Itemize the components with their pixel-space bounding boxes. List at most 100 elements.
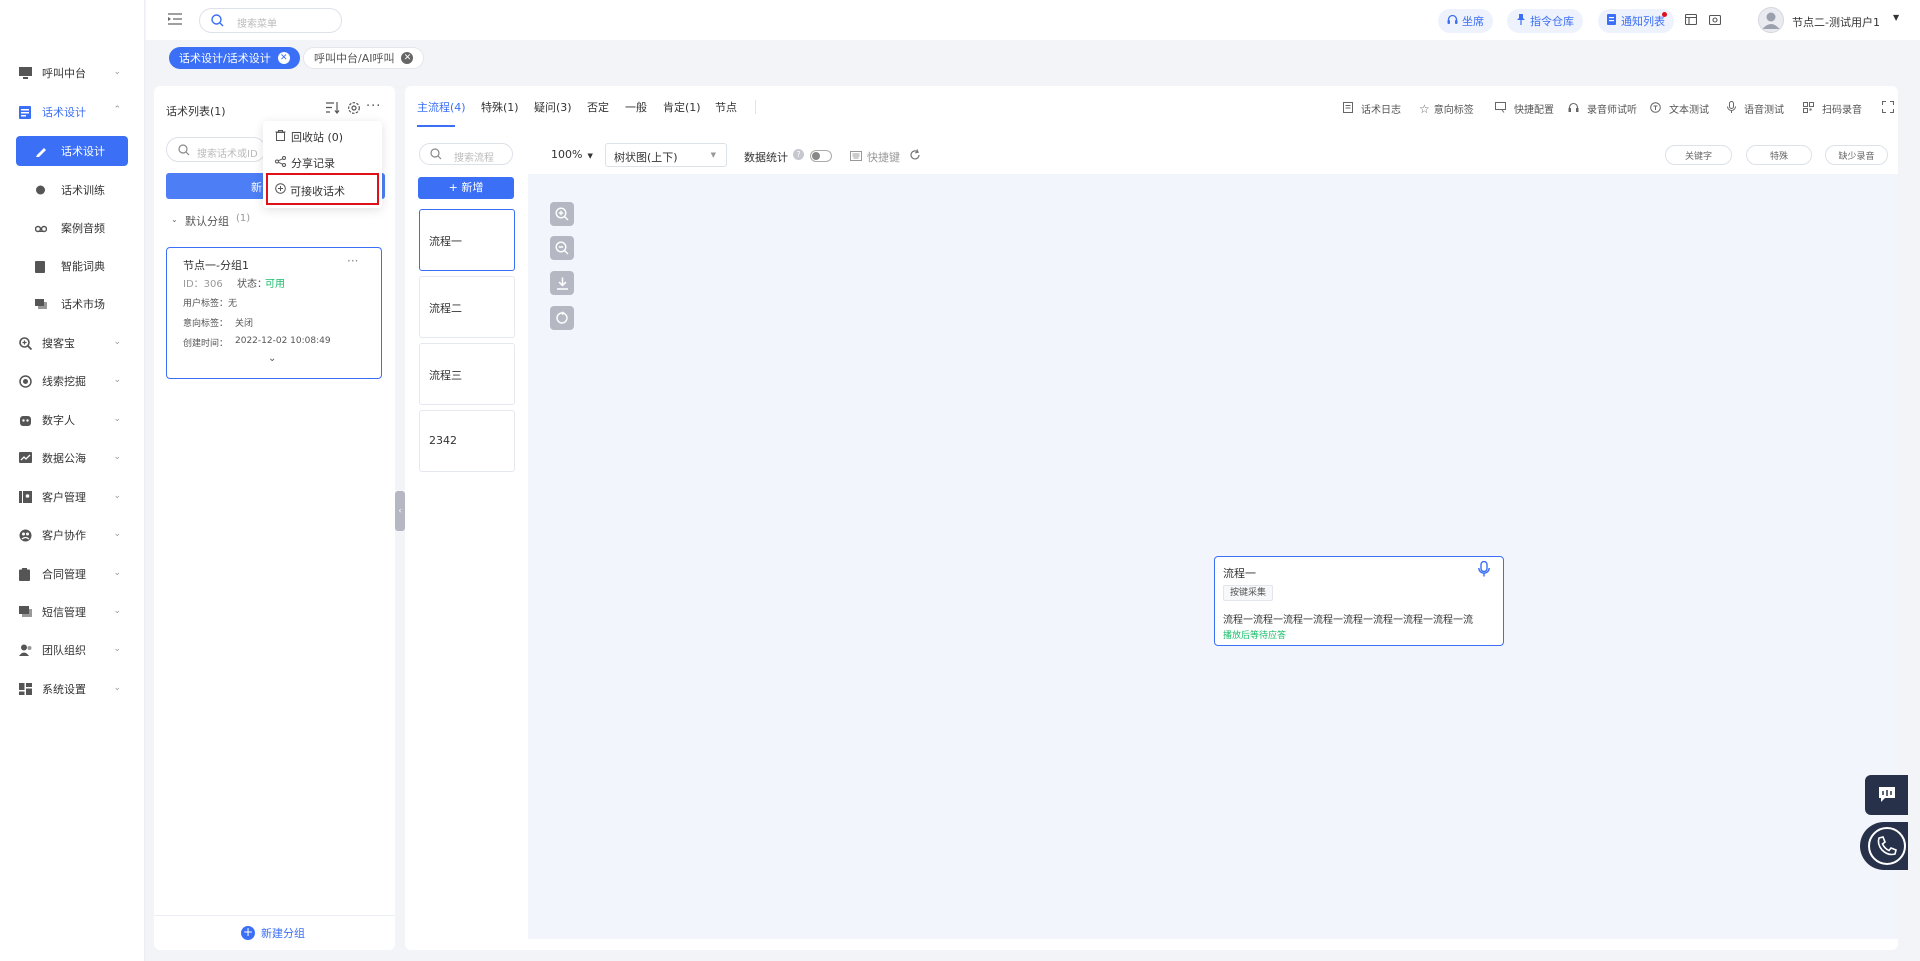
voicemail-icon	[34, 223, 48, 233]
new-group-button[interactable]: + 新建分组	[241, 925, 305, 941]
sidebar-subitem-script-design[interactable]: 话术设计	[16, 136, 128, 166]
sidebar-item-script-design[interactable]: 话术设计 ⌃	[0, 97, 145, 127]
add-flow-button[interactable]: + 新增	[418, 177, 514, 199]
flow-item[interactable]: 流程三	[419, 343, 515, 405]
microphone-icon[interactable]	[1478, 560, 1490, 580]
sidebar-item-team-organization[interactable]: 团队组织 ⌄	[0, 635, 145, 665]
flow-node[interactable]: 流程一 按键采集 流程一流程一流程一流程一流程一流程一流程一流程一流 播放后等待…	[1214, 556, 1504, 646]
flow-item[interactable]: 2342	[419, 410, 515, 472]
sidebar-item-sms-management[interactable]: 短信管理 ⌄	[0, 597, 145, 627]
sidebar-item-system-settings[interactable]: 系统设置 ⌄	[0, 674, 145, 704]
tab-node[interactable]: 节点	[715, 99, 737, 115]
sidebar-item-call-center[interactable]: 呼叫中台 ⌄	[0, 58, 145, 88]
script-log-button[interactable]: 话术日志	[1343, 101, 1401, 116]
flow-canvas[interactable]	[528, 174, 1898, 939]
chat-float-button[interactable]	[1865, 775, 1908, 815]
settings-icon[interactable]	[347, 101, 361, 118]
close-icon[interactable]: ✕	[401, 52, 414, 64]
open-tab-ai-call[interactable]: 呼叫中台/AI呼叫 ✕	[303, 47, 425, 69]
panel-title: 话术列表(1)	[166, 105, 226, 118]
tab-affirmative[interactable]: 肯定(1)	[663, 99, 701, 115]
menu-item-recycle-bin[interactable]: 回收站 (0)	[275, 129, 343, 145]
intent-tag-button[interactable]: ☆ 意向标签	[1419, 101, 1474, 117]
sidebar-subitem-script-market[interactable]: 话术市场	[16, 289, 128, 319]
card-more-icon[interactable]: ···	[347, 254, 358, 268]
sidebar-item-digital-human[interactable]: 数字人 ⌄	[0, 405, 145, 435]
sidebar-item-customer-collaboration[interactable]: 客户协作 ⌄	[0, 520, 145, 550]
voice-test-button[interactable]: 语音测试	[1727, 101, 1784, 116]
sidebar-item-label: 线索挖掘	[42, 375, 86, 388]
phone-float-button[interactable]	[1860, 822, 1908, 870]
special-button[interactable]: 特殊	[1746, 145, 1812, 165]
tool-label: 文本测试	[1669, 105, 1709, 116]
layout-icon[interactable]	[1684, 13, 1698, 28]
refresh-icon[interactable]	[909, 149, 921, 164]
notify-list-button[interactable]: 通知列表	[1598, 9, 1674, 33]
text-test-button[interactable]: 文本测试	[1650, 101, 1709, 116]
tab-label: 节点	[715, 101, 737, 114]
script-search-input[interactable]: 搜索话术或ID	[166, 137, 266, 162]
shortcut-button[interactable]: 快捷键	[850, 149, 900, 165]
sidebar-item-data-pool[interactable]: 数据公海 ⌄	[0, 443, 145, 473]
zoom-select[interactable]: 100% ▼	[551, 148, 593, 161]
sidebar-item-label: 短信管理	[42, 606, 86, 619]
edit-icon	[35, 146, 47, 157]
screenshot-icon[interactable]	[1708, 14, 1722, 28]
sidebar-item-label: 呼叫中台	[42, 67, 86, 80]
recorder-audition-button[interactable]: 录音师试听	[1568, 101, 1637, 116]
sidebar-item-lead-mining[interactable]: 线索挖掘 ⌄	[0, 366, 145, 396]
menu-collapse-icon[interactable]	[168, 13, 182, 28]
tab-main-flow[interactable]: 主流程(4)	[417, 99, 466, 115]
close-icon[interactable]: ✕	[277, 52, 290, 64]
flow-item-label: 流程二	[429, 302, 462, 315]
script-card[interactable]: 节点一-分组1 ··· ID：306 状态： 可用 用户标签：无 意向标签： 关…	[166, 247, 382, 379]
group-name[interactable]: 默认分组	[185, 213, 229, 229]
help-icon[interactable]: ?	[793, 149, 804, 160]
keyword-button[interactable]: 关键字	[1665, 145, 1732, 165]
command-repo-button[interactable]: 指令仓库	[1507, 9, 1583, 33]
more-icon[interactable]: ···	[366, 99, 381, 114]
user-name[interactable]: 节点二-测试用户1	[1792, 14, 1880, 30]
sidebar-item-customer-management[interactable]: 客户管理 ⌄	[0, 482, 145, 512]
stats-toggle[interactable]	[810, 150, 832, 162]
short-record-button[interactable]: 缺少录音	[1825, 145, 1888, 165]
fullscreen-icon[interactable]	[1881, 100, 1895, 116]
sidebar-item-contract-management[interactable]: 合同管理 ⌄	[0, 559, 145, 589]
scan-record-button[interactable]: 扫码录音	[1803, 101, 1862, 116]
avatar[interactable]	[1758, 7, 1784, 33]
zoom-out-icon[interactable]	[550, 236, 574, 260]
menu-item-share-records[interactable]: 分享记录	[275, 155, 335, 171]
caret-down-icon[interactable]: ▼	[1893, 13, 1899, 22]
flow-search-input[interactable]: 搜索流程	[419, 143, 513, 165]
layout-select[interactable]: 树状图(上下) ▼	[605, 143, 727, 167]
tab-general[interactable]: 一般	[625, 99, 647, 115]
card-expand-icon[interactable]: ⌄	[268, 353, 276, 364]
sidebar-subitem-case-audio[interactable]: 案例音频	[16, 213, 128, 243]
menu-item-receivable-scripts[interactable]: 可接收话术	[266, 173, 379, 205]
menu-search[interactable]: 搜索菜单	[199, 8, 342, 33]
sidebar-item-soukebao[interactable]: 搜客宝 ⌄	[0, 328, 145, 358]
sidebar-item-label: 数字人	[42, 414, 75, 427]
group-expand-icon[interactable]: ⌄	[171, 215, 178, 224]
agent-button[interactable]: 坐席	[1438, 9, 1493, 33]
reset-icon[interactable]	[550, 306, 574, 330]
node-tag: 按键采集	[1223, 585, 1274, 601]
tab-question[interactable]: 疑问(3)	[534, 99, 572, 115]
panel-collapse-handle[interactable]: ‹	[395, 491, 405, 531]
sidebar-subitem-label: 智能词典	[61, 260, 105, 273]
open-tab-label: 话术设计/话术设计	[179, 52, 271, 65]
tab-special[interactable]: 特殊(1)	[481, 99, 519, 115]
script-id: ID：306	[183, 279, 223, 290]
open-tab-script-design[interactable]: 话术设计/话术设计 ✕	[169, 47, 300, 69]
flow-item[interactable]: 流程一	[419, 209, 515, 271]
sidebar-subitem-script-training[interactable]: 话术训练	[16, 175, 128, 205]
sidebar-subitem-smart-dictionary[interactable]: 智能词典	[16, 251, 128, 281]
download-icon[interactable]	[550, 271, 574, 295]
flow-item[interactable]: 流程二	[419, 276, 515, 338]
tab-negative[interactable]: 否定	[587, 99, 609, 115]
open-tabs-bar: 话术设计/话术设计 ✕ 呼叫中台/AI呼叫 ✕	[146, 40, 1920, 74]
sort-icon[interactable]	[326, 102, 340, 117]
quick-config-button[interactable]: 快捷配置	[1495, 101, 1554, 116]
chevron-down-icon: ⌄	[113, 452, 121, 462]
zoom-in-icon[interactable]	[550, 202, 574, 226]
